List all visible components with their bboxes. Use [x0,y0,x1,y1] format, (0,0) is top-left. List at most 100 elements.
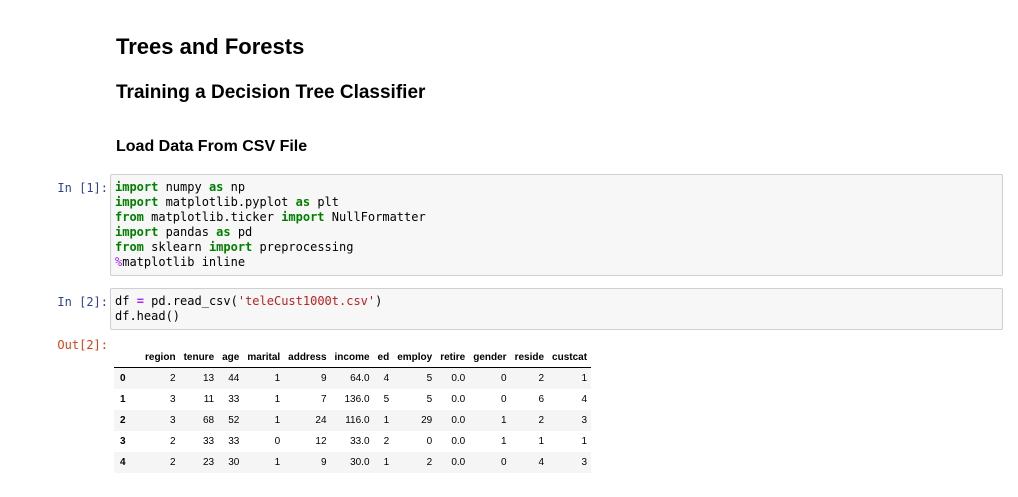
table-cell: 9 [320,373,327,384]
code-token: plt [310,195,339,209]
table-row: 0 2 13 44 1 9 64.0 4 5 0.0 0 2 1 [114,367,592,389]
code-token: numpy [158,180,209,194]
code-token: pd.read_csv( [143,294,238,308]
table-cell: 1 [274,415,281,426]
column-header: region [129,347,180,368]
table-cell: 2 [170,436,176,447]
code-cell-1[interactable]: import numpy as np import matplotlib.pypl… [110,174,1003,276]
table-cell: 1 [274,373,281,384]
table-cell: 6 [538,394,545,405]
table-cell: 4 [538,457,545,468]
table-cell: 0 [426,436,433,447]
table-cell: 68 [203,415,215,426]
table-cell: 12 [315,436,327,447]
code-token: np [223,180,246,194]
column-header: income [330,347,374,368]
code-token: pd [230,225,253,239]
table-cell: 52 [228,415,240,426]
code-token: matplotlib.pyplot [158,195,296,209]
code-token: sklearn [143,240,209,254]
code-token: pandas [158,225,217,239]
code-token: NullFormatter [324,210,426,224]
table-cell: 0.0 [451,394,466,405]
notebook-title: Trees and Forests [116,34,305,59]
table-cell: 4 [383,373,390,384]
table-cell: 1 [581,436,588,447]
code-token: = [136,294,144,308]
table-cell: 1 [538,436,545,447]
code-token: df.head() [115,309,181,323]
table-cell: 5 [383,394,390,405]
table-cell: 33.0 [350,436,370,447]
table-cell: 1 [383,415,390,426]
code-line: import numpy as np [115,180,998,195]
code-line: df = pd.read_csv('teleCust1000t.csv') [115,294,998,309]
table-row: 2 3 68 52 1 24 116.0 1 29 0.0 1 2 3 [114,410,592,431]
index-header [114,347,130,368]
code-token: import [208,240,253,254]
table-cell: 24 [315,415,327,426]
table-cell: 3 [170,415,176,426]
column-header: employ [393,347,437,368]
table-row: 4 2 23 30 1 9 30.0 1 2 0.0 0 4 3 [114,452,592,473]
input-prompt-2: In [2]: [57,295,108,309]
subsection-heading: Load Data From CSV File [116,138,308,155]
table-cell: 0 [501,373,507,384]
table-cell: 3 [581,457,588,468]
code-token: matplotlib.ticker [143,210,282,224]
code-line: from matplotlib.ticker import NullFormat… [115,210,998,225]
table-cell: 1 [501,415,507,426]
code-cell-2[interactable]: df = pd.read_csv('teleCust1000t.csv') df.… [110,288,1003,330]
table-cell: 3 [170,394,176,405]
table-cell: 136.0 [344,394,370,405]
column-header: address [284,347,331,368]
dataframe-header-row: region tenure age marital address income ed emp… [114,347,592,368]
code-token: as [216,225,231,239]
code-token: as [208,180,224,194]
table-cell: 116.0 [345,415,370,426]
table-cell: 30 [228,457,240,468]
row-index: 3 [120,436,126,447]
table-cell: 1 [274,457,281,468]
code-line: df.head() [115,309,998,324]
code-token: import [115,180,159,194]
table-cell: 64.0 [350,373,370,384]
column-header: tenure [179,347,219,368]
table-cell: 2 [538,415,545,426]
column-header: reside [510,347,549,368]
column-header: ed [373,347,394,368]
table-cell: 4 [581,394,588,405]
table-row: 3 2 33 33 0 12 33.0 2 0 0.0 1 1 1 [114,431,591,452]
table-cell: 1 [383,457,390,468]
table-cell: 0 [501,394,507,405]
table-cell: 2 [426,457,433,468]
table-cell: 0.0 [451,373,466,384]
table-cell: 33 [228,436,240,447]
table-cell: 1 [581,373,588,384]
row-index: 0 [120,373,126,384]
column-header: age [218,347,244,368]
row-index: 2 [120,415,126,426]
column-header: retire [436,347,470,368]
table-cell: 29 [421,415,433,426]
column-header: gender [469,347,511,368]
table-cell: 2 [170,457,176,468]
table-cell: 7 [320,394,327,405]
table-row: 1 3 11 33 1 7 136.0 5 5 0.0 0 6 4 [114,389,591,410]
input-prompt-1: In [1]: [57,181,108,195]
column-header: marital [243,347,285,368]
code-token: from [115,240,144,254]
table-cell: 5 [426,373,433,384]
code-token: df [115,294,137,308]
code-token: matplotlib inline [122,255,246,269]
code-token: import [281,210,325,224]
table-cell: 11 [203,394,215,405]
table-cell: 33 [203,436,215,447]
column-header: custcat [548,347,592,368]
table-cell: 1 [274,394,281,405]
code-token: from [115,210,144,224]
table-cell: 13 [203,373,215,384]
table-cell: 2 [383,436,390,447]
table-cell: 0 [501,457,507,468]
code-token: import [115,225,159,239]
